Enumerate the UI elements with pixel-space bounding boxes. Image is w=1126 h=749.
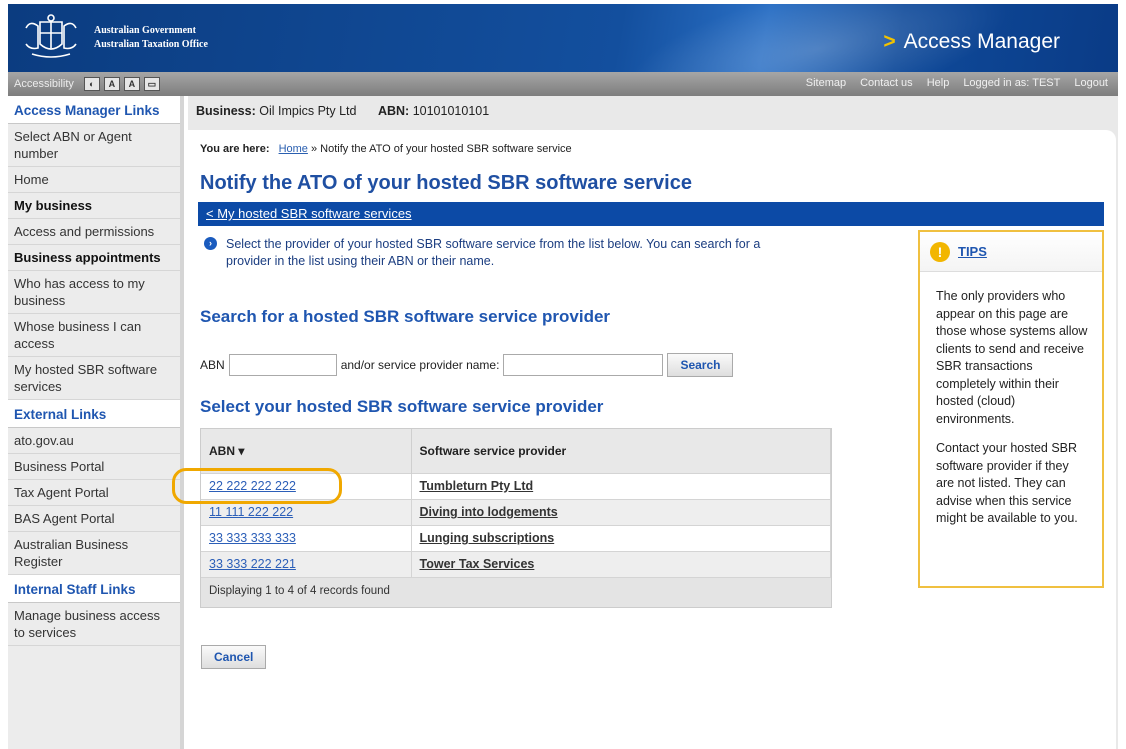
- table-row: 33 333 222 221 Tower Tax Services: [201, 550, 831, 577]
- provider-table: ABN ▾ Software service provider 22 222 2…: [200, 428, 832, 608]
- exclamation-icon: !: [930, 241, 950, 262]
- utility-links: Sitemap Contact us Help Logged in as: TE…: [806, 77, 1108, 89]
- breadcrumb-separator: »: [310, 143, 318, 155]
- tips-body: The only providers who appear on this pa…: [920, 272, 1102, 528]
- contrast-toggle-button[interactable]: ◐: [83, 77, 100, 91]
- table-row: 22 222 222 222 Tumbleturn Pty Ltd: [201, 472, 831, 499]
- nav-item-hosted-sbr[interactable]: My hosted SBR software services: [8, 357, 180, 400]
- chevron-right-icon: >: [883, 30, 896, 53]
- contact-us-link[interactable]: Contact us: [860, 77, 913, 89]
- provider-abn-link[interactable]: 11 111 222 222: [201, 498, 412, 525]
- sitemap-link[interactable]: Sitemap: [806, 77, 846, 89]
- nav-item-abr[interactable]: Australian Business Register: [8, 532, 180, 575]
- provider-name-link[interactable]: Tower Tax Services: [411, 550, 831, 577]
- app-name-label: Access Manager: [903, 30, 1060, 53]
- tips-paragraph-1: The only providers who appear on this pa…: [936, 289, 1088, 426]
- business-label: Business:: [196, 104, 256, 118]
- abn-search-input[interactable]: [228, 354, 337, 376]
- nav-item-bas-agent-portal[interactable]: BAS Agent Portal: [8, 506, 180, 532]
- provider-name-search-input[interactable]: [503, 354, 664, 376]
- app-name[interactable]: > Access Manager: [883, 30, 1060, 54]
- select-provider-heading: Select your hosted SBR software service …: [200, 397, 604, 416]
- provider-name-link[interactable]: Diving into lodgements: [411, 498, 831, 525]
- left-navigation: Access Manager Links Select ABN or Agent…: [8, 96, 184, 749]
- tips-panel: ! TIPS The only providers who appear on …: [918, 230, 1104, 588]
- business-context-bar: Business: Oil Impics Pty Ltd ABN: 101010…: [196, 104, 489, 118]
- provider-abn-link[interactable]: 33 333 222 221: [201, 550, 412, 577]
- accessibility-tools: Accessibility ◐ A A ▭: [14, 77, 160, 91]
- provider-name-link[interactable]: Tumbleturn Pty Ltd: [411, 472, 831, 499]
- info-message: › Select the provider of your hosted SBR…: [204, 236, 804, 270]
- text-size-small-button[interactable]: A: [103, 77, 120, 91]
- logged-in-status: Logged in as: TEST: [963, 77, 1061, 89]
- nav-item-who-has-access[interactable]: Who has access to my business: [8, 271, 180, 314]
- tips-header: ! TIPS: [920, 232, 1102, 272]
- breadcrumb-home-link[interactable]: Home: [279, 143, 308, 155]
- government-wordmark: Australian Government Australian Taxatio…: [94, 24, 208, 52]
- logout-link[interactable]: Logout: [1074, 77, 1108, 89]
- print-view-button[interactable]: ▭: [143, 77, 160, 91]
- nav-item-ato-gov[interactable]: ato.gov.au: [8, 428, 180, 454]
- info-text: Select the provider of your hosted SBR s…: [226, 237, 761, 268]
- nav-heading-internal: Internal Staff Links: [8, 575, 180, 603]
- nav-item-access-permissions[interactable]: Access and permissions: [8, 219, 180, 245]
- nav-item-manage-business-access[interactable]: Manage business access to services: [8, 603, 180, 646]
- back-nav-bar: < My hosted SBR software services: [198, 202, 1104, 226]
- search-form: ABN and/or service provider name: Search: [200, 353, 734, 377]
- table-header-row: ABN ▾ Software service provider: [201, 429, 831, 473]
- business-abn: 10101010101: [412, 104, 490, 118]
- nav-heading-external: External Links: [8, 400, 180, 428]
- breadcrumb: You are here: Home » Notify the ATO of y…: [200, 143, 572, 155]
- back-link-hosted-sbr[interactable]: < My hosted SBR software services: [206, 206, 412, 221]
- nav-item-my-business: My business: [8, 193, 180, 219]
- tips-paragraph-2: Contact your hosted SBR software provide…: [936, 441, 1078, 525]
- accessibility-label: Accessibility: [14, 78, 74, 90]
- tips-title-link[interactable]: TIPS: [958, 244, 987, 259]
- info-arrow-icon: ›: [204, 237, 217, 250]
- table-row: 11 111 222 222 Diving into lodgements: [201, 498, 831, 525]
- nav-item-whose-business[interactable]: Whose business I can access: [8, 314, 180, 357]
- nav-item-business-portal[interactable]: Business Portal: [8, 454, 180, 480]
- abn-field-label: ABN: [200, 358, 225, 372]
- coat-of-arms-logo: [25, 14, 77, 58]
- page-title: Notify the ATO of your hosted SBR softwa…: [200, 172, 692, 194]
- table-record-count: Displaying 1 to 4 of 4 records found: [201, 577, 831, 607]
- abn-label: ABN:: [377, 104, 410, 118]
- breadcrumb-current: Notify the ATO of your hosted SBR softwa…: [320, 143, 572, 155]
- gov-line-1: Australian Government: [94, 25, 196, 36]
- nav-item-home[interactable]: Home: [8, 167, 180, 193]
- search-heading: Search for a hosted SBR software service…: [200, 307, 611, 326]
- provider-abn-link[interactable]: 33 333 333 333: [201, 524, 412, 551]
- text-size-large-button[interactable]: A: [123, 77, 140, 91]
- cancel-button[interactable]: Cancel: [201, 645, 267, 669]
- abn-column-header[interactable]: ABN ▾: [201, 429, 412, 473]
- provider-name-field-label: and/or service provider name:: [340, 358, 500, 372]
- business-name: Oil Impics Pty Ltd: [259, 104, 357, 118]
- provider-abn-link[interactable]: 22 222 222 222: [201, 472, 412, 499]
- nav-item-tax-agent-portal[interactable]: Tax Agent Portal: [8, 480, 180, 506]
- search-button[interactable]: Search: [667, 353, 734, 377]
- site-header: Australian Government Australian Taxatio…: [8, 4, 1118, 72]
- help-link[interactable]: Help: [927, 77, 950, 89]
- nav-heading-access-manager: Access Manager Links: [8, 96, 180, 124]
- nav-item-select-abn[interactable]: Select ABN or Agent number: [8, 124, 180, 167]
- provider-column-header: Software service provider: [411, 429, 831, 473]
- nav-item-business-appointments: Business appointments: [8, 245, 180, 271]
- sort-down-icon: ▾: [238, 443, 245, 458]
- provider-name-link[interactable]: Lunging subscriptions: [411, 524, 831, 551]
- breadcrumb-prefix: You are here:: [200, 143, 270, 155]
- abn-column-label: ABN: [209, 443, 235, 458]
- table-row: 33 333 333 333 Lunging subscriptions: [201, 524, 831, 551]
- utility-bar: Accessibility ◐ A A ▭ Sitemap Contact us…: [8, 72, 1118, 96]
- gov-line-2: Australian Taxation Office: [94, 39, 208, 50]
